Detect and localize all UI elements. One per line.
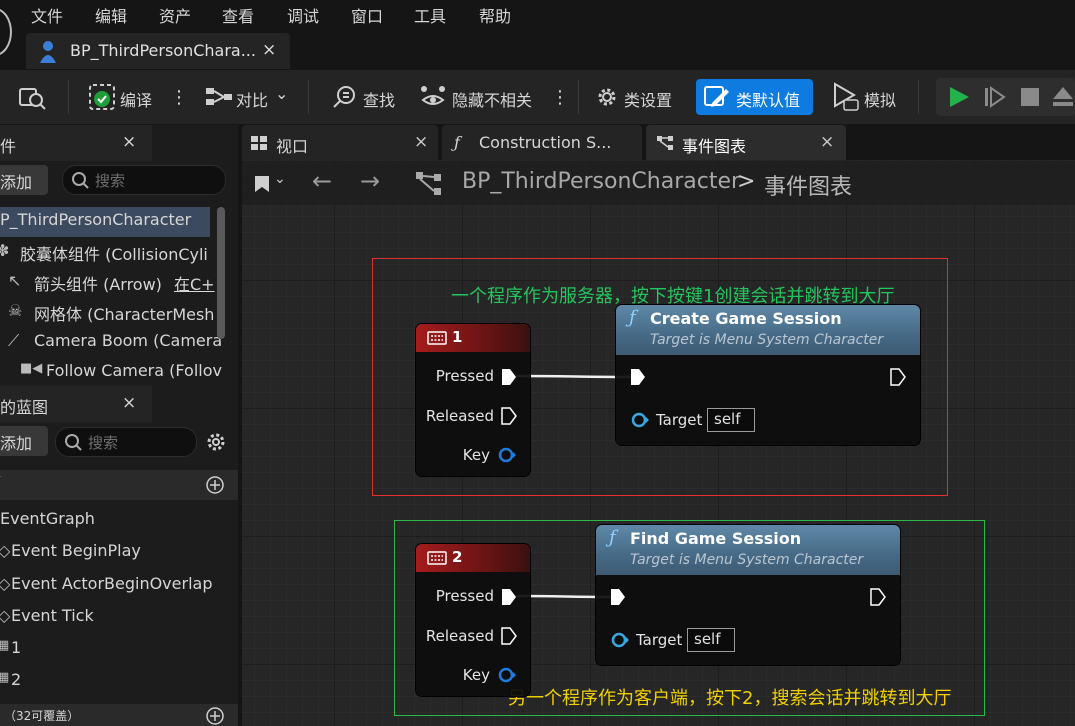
key-2-event-node[interactable]: 2 Pressed Released Key [416, 544, 530, 696]
exec-in-pin-icon[interactable] [610, 588, 626, 606]
exec-pin-filled-icon[interactable] [501, 588, 517, 606]
struct-pin-icon[interactable] [497, 666, 517, 684]
key-1-event-node[interactable]: 1 Pressed Released Key [416, 324, 530, 476]
function-icon: ƒ [609, 527, 616, 548]
exec-out-pin-icon[interactable] [890, 368, 906, 386]
object-pin-icon[interactable] [610, 631, 632, 649]
exec-wire [515, 374, 633, 379]
target-pin-label: Target [636, 631, 683, 649]
function-icon: ƒ [629, 307, 636, 328]
key-node-header: 1 [416, 324, 530, 352]
target-pin-label: Target [656, 411, 703, 429]
target-self-value: self [694, 630, 721, 648]
pressed-pin-label: Pressed [435, 587, 494, 605]
exec-pin-filled-icon[interactable] [501, 368, 517, 386]
function-node-header: ƒ Find Game Session Target is Menu Syste… [596, 525, 900, 575]
function-node-subtitle: Target is Menu System Character [630, 552, 864, 568]
struct-pin-icon[interactable] [497, 446, 517, 464]
create-game-session-node[interactable]: ƒ Create Game Session Target is Menu Sys… [616, 305, 920, 445]
function-node-title: Create Game Session [650, 309, 842, 328]
key-node-title: 1 [452, 328, 463, 346]
exec-pin-empty-icon[interactable] [501, 627, 517, 645]
target-self-field[interactable]: self [687, 628, 735, 652]
released-pin-label: Released [425, 407, 494, 425]
key-pin-label: Key [462, 446, 490, 464]
key-pin-label: Key [462, 666, 490, 684]
keyboard-icon [427, 331, 447, 345]
key-node-title: 2 [452, 548, 463, 566]
exec-out-pin-icon[interactable] [870, 588, 886, 606]
released-pin-label: Released [425, 627, 494, 645]
exec-pin-empty-icon[interactable] [501, 407, 517, 425]
function-node-subtitle: Target is Menu System Character [650, 332, 884, 348]
find-game-session-node[interactable]: ƒ Find Game Session Target is Menu Syste… [596, 525, 900, 665]
target-self-field[interactable]: self [707, 408, 755, 432]
key-node-header: 2 [416, 544, 530, 572]
keyboard-icon [427, 551, 447, 565]
function-node-title: Find Game Session [630, 529, 802, 548]
pressed-pin-label: Pressed [435, 367, 494, 385]
object-pin-icon[interactable] [630, 411, 652, 429]
target-self-value: self [714, 410, 741, 428]
exec-in-pin-icon[interactable] [630, 368, 646, 386]
function-node-header: ƒ Create Game Session Target is Menu Sys… [616, 305, 920, 355]
